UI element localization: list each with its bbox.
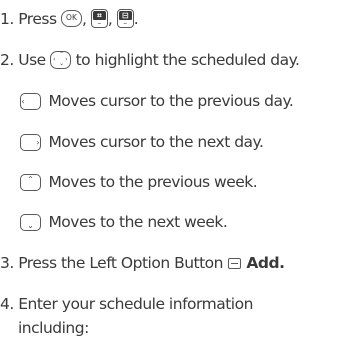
right-key-glyph: ›	[36, 138, 40, 147]
up-key-icon: ⌃	[20, 174, 41, 191]
left-option-button-icon	[227, 258, 241, 269]
up-key-glyph: ⌃	[27, 175, 34, 184]
step-text: Press	[18, 10, 57, 28]
separator: ,	[81, 10, 87, 28]
scheduler-key-icon: ⊟ ⌣	[116, 9, 134, 28]
step-1: 1. Press OK, ⌗ ⌣, ⊟ ⌣.	[0, 9, 139, 29]
step-2: 2. Use ⌃ ⌄ ‹ › to highlight the schedule…	[0, 50, 300, 70]
key-description: Moves cursor to the next day.	[48, 133, 264, 151]
menu-key-glyph: ⌗	[92, 11, 106, 20]
step-4-cont: including:	[18, 318, 89, 338]
step-end: .	[133, 10, 139, 28]
step-text-cont: to highlight the scheduled day.	[75, 51, 300, 69]
key-row-down: ⌄ Moves to the next week.	[20, 212, 228, 232]
step-text-cont: including:	[18, 319, 89, 337]
step-text: Use	[18, 51, 46, 69]
key-description: Moves to the previous week.	[48, 173, 258, 191]
navigation-key-icon: ⌃ ⌄ ‹ ›	[50, 51, 72, 69]
key-description: Moves cursor to the previous day.	[48, 92, 294, 110]
key-row-up: ⌃ Moves to the previous week.	[20, 172, 258, 192]
separator: ,	[107, 10, 113, 28]
key-row-left: ‹ Moves cursor to the previous day.	[20, 91, 294, 111]
step-4: 4. Enter your schedule information	[0, 294, 253, 314]
menu-key-icon: ⌗ ⌣	[90, 9, 108, 28]
scheduler-key-glyph: ⊟	[118, 11, 132, 20]
ok-key-icon: OK	[60, 10, 82, 27]
ok-key-label: OK	[66, 13, 77, 22]
step-number: 2.	[0, 51, 14, 69]
key-row-right: › Moves cursor to the next day.	[20, 132, 264, 152]
right-key-icon: ›	[20, 134, 41, 151]
instruction-page: 1. Press OK, ⌗ ⌣, ⊟ ⌣. 2. Use ⌃ ⌄ ‹ › to h…	[0, 0, 353, 360]
key-description: Moves to the next week.	[48, 213, 228, 231]
left-key-icon: ‹	[20, 93, 41, 110]
step-number: 4.	[0, 295, 14, 313]
step-text: Press the Left Option Button	[18, 254, 223, 272]
step-3: 3. Press the Left Option Button Add.	[0, 253, 285, 273]
step-number: 3.	[0, 254, 14, 272]
down-key-glyph: ⌄	[27, 221, 34, 230]
step-text: Enter your schedule information	[18, 295, 253, 313]
step-number: 1.	[0, 10, 14, 28]
step-action: Add.	[246, 254, 285, 272]
left-key-glyph: ‹	[21, 97, 25, 106]
down-key-icon: ⌄	[20, 214, 41, 231]
